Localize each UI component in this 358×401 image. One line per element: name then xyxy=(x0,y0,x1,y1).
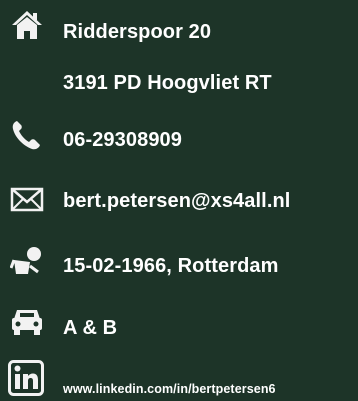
baby-icon xyxy=(10,244,44,278)
contact-card: { "contact": { "address_line1": "Ridders… xyxy=(0,0,358,401)
address-line1: Ridderspoor 20 xyxy=(63,21,212,43)
birth-info: 15-02-1966, Rotterdam xyxy=(63,255,279,277)
phone-icon xyxy=(10,118,44,152)
driving-license: A & B xyxy=(63,317,118,339)
car-icon xyxy=(10,304,44,338)
address-line2: 3191 PD Hoogvliet RT xyxy=(63,72,272,94)
envelope-icon xyxy=(10,183,44,217)
linkedin-url[interactable]: www.linkedin.com/in/bertpetersen6 xyxy=(63,382,276,396)
home-icon xyxy=(10,8,44,42)
linkedin-icon[interactable] xyxy=(8,360,44,396)
phone-number[interactable]: 06-29308909 xyxy=(63,129,182,152)
email-address[interactable]: bert.petersen@xs4all.nl xyxy=(63,190,290,213)
